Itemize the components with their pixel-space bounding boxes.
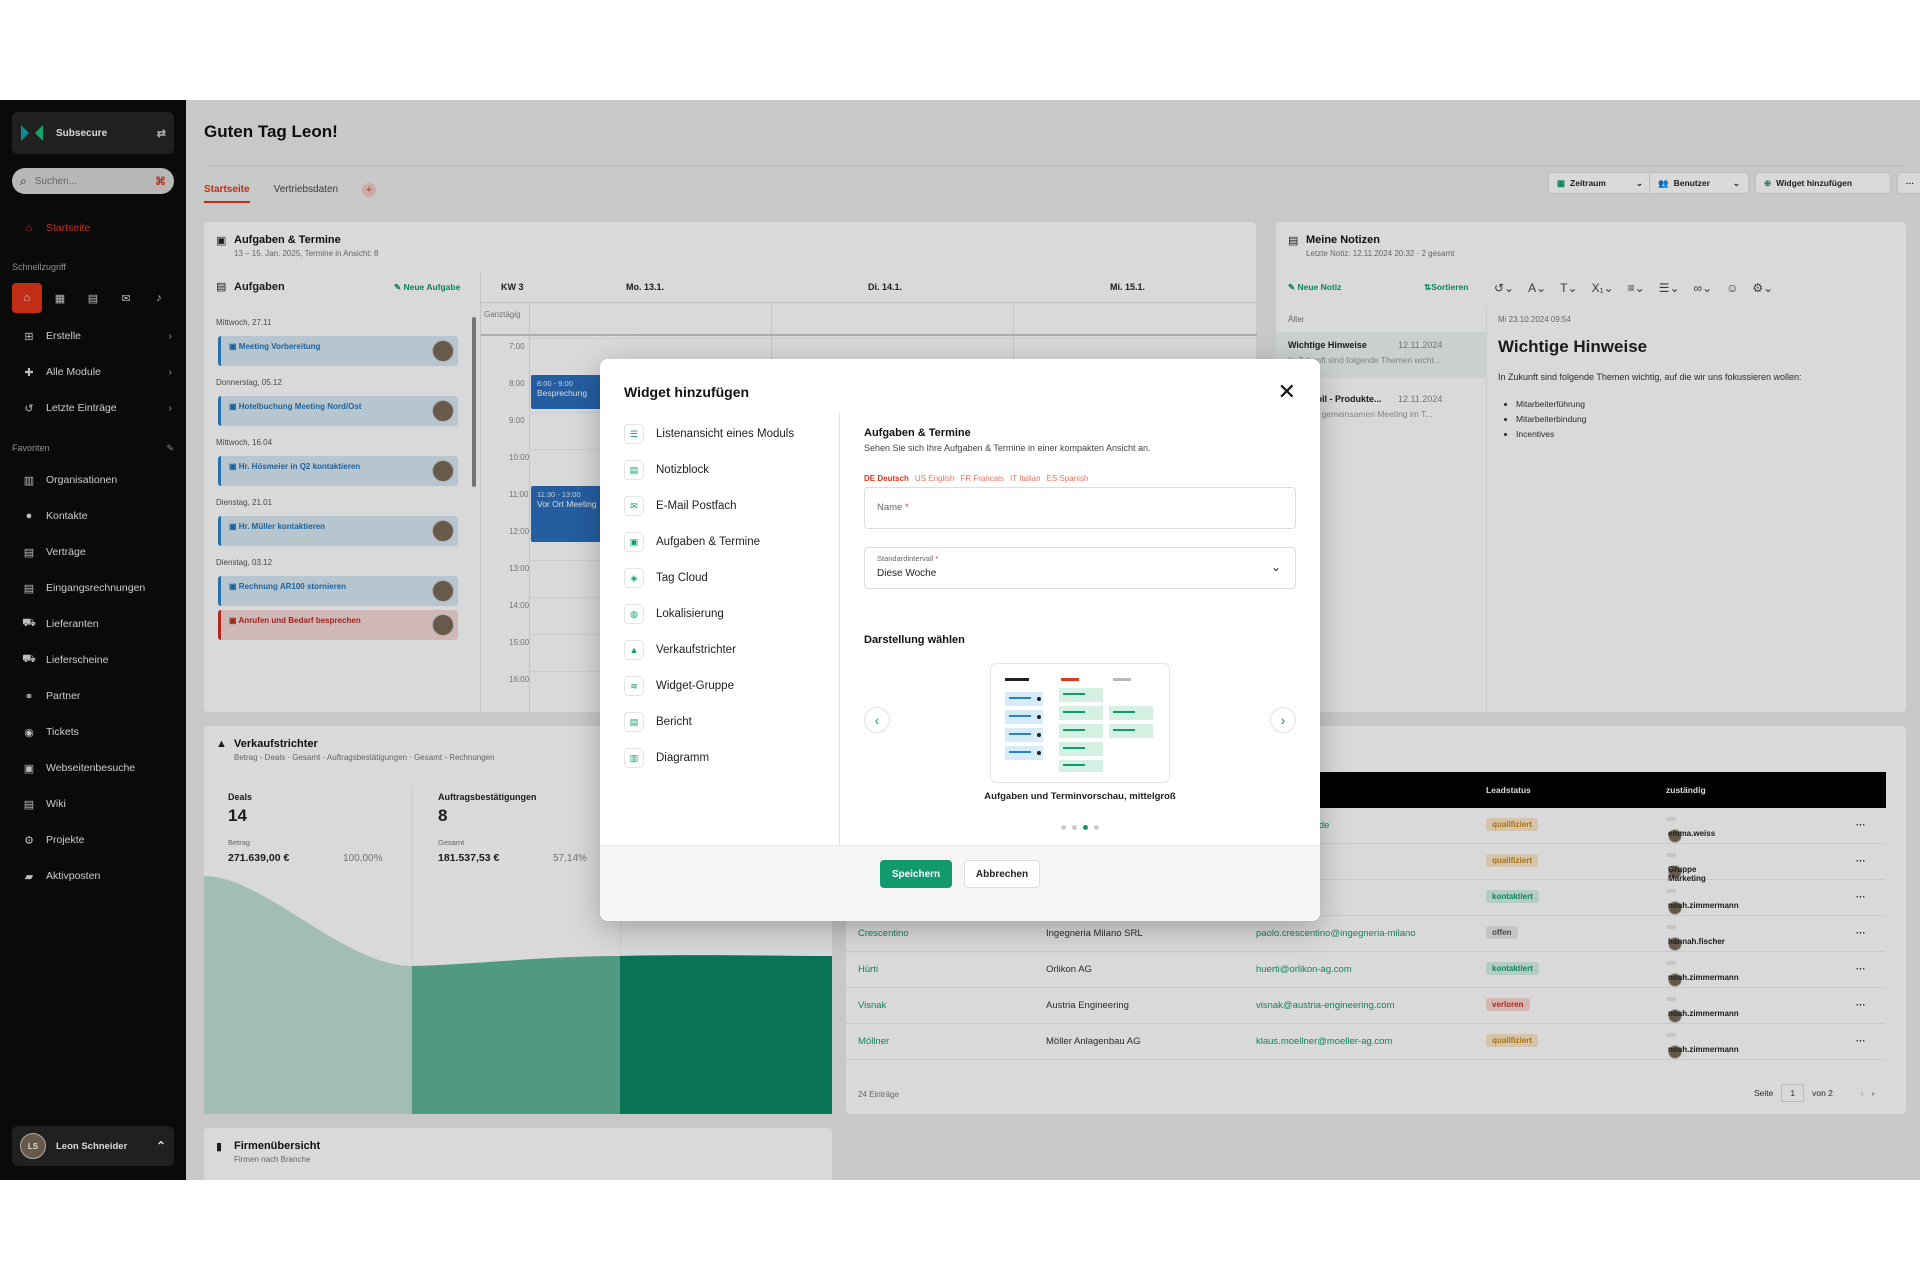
funnel-icon: ▲ (624, 640, 644, 660)
selected-widget-title: Aufgaben & Termine (864, 427, 971, 439)
display-heading: Darstellung wählen (864, 634, 965, 646)
language-tab[interactable]: FR Francais (960, 474, 1004, 483)
chevron-down-icon: ⌄ (1270, 560, 1281, 574)
carousel-dot[interactable] (1072, 825, 1077, 830)
list-icon: ☰ (624, 424, 644, 444)
layout-preview[interactable] (990, 663, 1170, 783)
location-icon: ◍ (624, 604, 644, 624)
widget-type-label: Verkaufstrichter (656, 644, 736, 656)
report-icon: ▤ (624, 712, 644, 732)
name-field[interactable]: Name * (864, 487, 1296, 529)
cancel-button[interactable]: Abbrechen (964, 860, 1040, 888)
widget-type-label: E-Mail Postfach (656, 500, 737, 512)
widget-type-item[interactable]: ▤ Notizblock (624, 457, 709, 483)
preview-illustration (1005, 678, 1153, 772)
language-tab[interactable]: DE Deutsch (864, 474, 909, 483)
save-button[interactable]: Speichern (880, 860, 952, 888)
widget-type-item[interactable]: ✉ E-Mail Postfach (624, 493, 737, 519)
add-widget-dialog: Widget hinzufügen ✕ ☰ Listenansicht eines… (600, 359, 1320, 921)
widget-type-label: Lokalisierung (656, 608, 724, 620)
chart-icon: ▥ (624, 748, 644, 768)
dialog-footer: Speichern Abbrechen (600, 845, 1320, 921)
language-tab[interactable]: ES Spanish (1047, 474, 1089, 483)
carousel-dot[interactable] (1061, 825, 1066, 830)
carousel-dot[interactable] (1083, 825, 1088, 830)
widget-type-label: Diagramm (656, 752, 710, 764)
widget-type-item[interactable]: ☰ Listenansicht eines Moduls (624, 421, 794, 447)
carousel-dot[interactable] (1094, 825, 1099, 830)
widget-type-item[interactable]: ◈ Tag Cloud (624, 565, 708, 591)
carousel-indicator[interactable] (864, 817, 1296, 835)
widget-type-item[interactable]: ▥ Diagramm (624, 745, 709, 771)
widget-type-list: ☰ Listenansicht eines Moduls ▤ Notizblock ✉ E… (600, 413, 840, 845)
language-tab[interactable]: US English (915, 474, 955, 483)
app-window: Subsecure ⇄ ⌕ Suchen... ⌘ ⌂ Startseite Sc… (0, 100, 1920, 1180)
carousel-next-icon[interactable]: › (1270, 707, 1296, 733)
tag-icon: ◈ (624, 568, 644, 588)
language-tab[interactable]: IT Italian (1010, 474, 1041, 483)
widget-type-label: Tag Cloud (656, 572, 708, 584)
widget-type-item[interactable]: ▲ Verkaufstrichter (624, 637, 736, 663)
widget-type-item[interactable]: ▤ Bericht (624, 709, 692, 735)
mail-icon: ✉ (624, 496, 644, 516)
widget-type-item[interactable]: ▣ Aufgaben & Termine (624, 529, 760, 555)
widget-type-label: Widget-Gruppe (656, 680, 734, 692)
widget-type-label: Notizblock (656, 464, 710, 476)
widget-config: Aufgaben & Termine Sehen Sie sich Ihre A… (864, 413, 1296, 845)
language-tabs: DE Deutsch US English FR Francais IT Italia… (864, 468, 1094, 486)
widget-type-label: Bericht (656, 716, 692, 728)
interval-value: Diese Woche (877, 568, 937, 579)
layers-icon: ≋ (624, 676, 644, 696)
widget-type-item[interactable]: ≋ Widget-Gruppe (624, 673, 734, 699)
dialog-title: Widget hinzufügen (624, 384, 750, 400)
close-icon[interactable]: ✕ (1278, 379, 1296, 405)
preview-caption: Aufgaben und Terminvorschau, mittelgroß (984, 791, 1176, 802)
carousel-prev-icon[interactable]: ‹ (864, 707, 890, 733)
widget-type-item[interactable]: ◍ Lokalisierung (624, 601, 724, 627)
calendar-check-icon: ▣ (624, 532, 644, 552)
name-field-label: Name * (877, 502, 909, 513)
selected-widget-description: Sehen Sie sich Ihre Aufgaben & Termine i… (864, 443, 1151, 453)
widget-type-label: Aufgaben & Termine (656, 536, 760, 548)
interval-select[interactable]: Standardintervall * Diese Woche ⌄ (864, 547, 1296, 589)
notes-icon: ▤ (624, 460, 644, 480)
widget-type-label: Listenansicht eines Moduls (656, 428, 795, 440)
interval-label: Standardintervall * (877, 554, 939, 563)
